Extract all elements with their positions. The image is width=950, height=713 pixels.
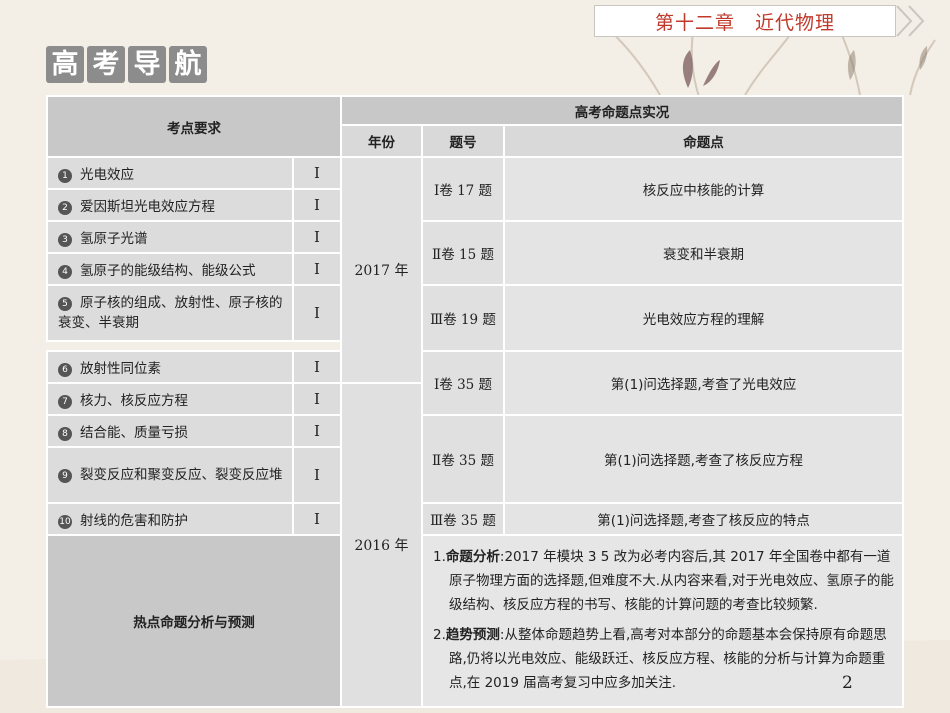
- requirement-item: 1 光电效应: [46, 156, 294, 190]
- year-cell: 2016 年: [340, 382, 423, 708]
- requirement-level: Ⅰ: [292, 382, 342, 416]
- requirement-text: 原子核的组成、放射性、原子核的衰变、半衰期: [58, 295, 283, 331]
- question-point: 核反应中核能的计算: [502, 156, 905, 222]
- title-char: 导: [128, 46, 166, 83]
- section-title: 高 考 导 航: [46, 46, 207, 83]
- question-number: Ⅱ卷 35 题: [421, 414, 505, 504]
- requirement-item: 5 原子核的组成、放射性、原子核的衰变、半衰期: [46, 284, 294, 342]
- number-badge: 4: [58, 265, 72, 279]
- requirement-item: 4 氢原子的能级结构、能级公式: [46, 252, 294, 286]
- requirement-item: 6 放射性同位素: [46, 350, 294, 384]
- point-header: 命题点: [502, 124, 905, 158]
- requirement-level: Ⅰ: [292, 188, 342, 222]
- question-point: 第(1)问选择题,考查了核反应方程: [502, 414, 905, 504]
- requirement-text: 核力、核反应方程: [80, 393, 188, 409]
- paragraph-text: :2017 年模块 3 5 改为必考内容后,其 2017 年全国卷中都有一道原子…: [449, 549, 894, 613]
- requirement-text: 裂变反应和聚变反应、裂变反应堆: [80, 467, 283, 483]
- requirement-text: 结合能、质量亏损: [80, 425, 188, 441]
- exam-guide-table: 考点要求 高考命题点实况 年份 题号 命题点 1 光电效应 Ⅰ 2017 年 Ⅰ卷…: [46, 95, 905, 708]
- requirement-item: 2 爱因斯坦光电效应方程: [46, 188, 294, 222]
- analysis-paragraph: 2.趋势预测:从整体命题趋势上看,高考对本部分的命题基本会保持原有命题思路,仍将…: [433, 623, 894, 695]
- question-number: Ⅲ卷 35 题: [421, 502, 505, 536]
- number-badge: 10: [58, 515, 72, 529]
- number-badge: 3: [58, 233, 72, 247]
- question-point: 第(1)问选择题,考查了光电效应: [502, 350, 905, 416]
- paragraph-text: :从整体命题趋势上看,高考对本部分的命题基本会保持原有命题思路,仍将以光电效应、…: [449, 627, 887, 691]
- number-badge: 2: [58, 201, 72, 215]
- requirement-text: 氢原子光谱: [80, 231, 148, 247]
- title-char: 考: [87, 46, 125, 83]
- number-badge: 1: [58, 169, 72, 183]
- paragraph-number: 2.: [433, 627, 446, 643]
- requirement-item: 9 裂变反应和聚变反应、裂变反应堆: [46, 446, 294, 504]
- number-badge: 6: [58, 363, 72, 377]
- year-cell: 2017 年: [340, 156, 423, 384]
- requirement-item: 3 氢原子光谱: [46, 220, 294, 254]
- page-number: 2: [842, 673, 853, 693]
- question-point: 衰变和半衰期: [502, 220, 905, 286]
- requirement-level: Ⅰ: [292, 156, 342, 190]
- requirement-level: Ⅰ: [292, 252, 342, 286]
- requirement-level: Ⅰ: [292, 446, 342, 504]
- number-badge: 7: [58, 395, 72, 409]
- question-point: 光电效应方程的理解: [502, 284, 905, 352]
- analysis-paragraph: 1.命题分析:2017 年模块 3 5 改为必考内容后,其 2017 年全国卷中…: [433, 545, 894, 617]
- requirement-text: 爱因斯坦光电效应方程: [80, 199, 215, 215]
- year-header: 年份: [340, 124, 423, 158]
- question-point: 第(1)问选择题,考查了核反应的特点: [502, 502, 905, 536]
- requirement-text: 光电效应: [80, 167, 134, 183]
- analysis-cell: 1.命题分析:2017 年模块 3 5 改为必考内容后,其 2017 年全国卷中…: [420, 534, 905, 708]
- requirement-level: Ⅰ: [292, 284, 342, 342]
- number-badge: 8: [58, 427, 72, 441]
- question-number: Ⅰ卷 35 题: [421, 350, 505, 416]
- requirement-level: Ⅰ: [292, 350, 342, 384]
- requirements-header: 考点要求: [46, 95, 342, 158]
- qno-header: 题号: [421, 124, 505, 158]
- paragraph-heading: 命题分析: [445, 549, 500, 565]
- requirement-text: 射线的危害和防护: [80, 513, 188, 529]
- paragraph-number: 1.: [433, 549, 446, 565]
- question-number: Ⅰ卷 17 题: [421, 156, 505, 222]
- requirement-item: 8 结合能、质量亏损: [46, 414, 294, 448]
- number-badge: 9: [58, 469, 72, 483]
- actual-header: 高考命题点实况: [339, 95, 905, 126]
- requirement-level: Ⅰ: [292, 414, 342, 448]
- requirement-item: 7 核力、核反应方程: [46, 382, 294, 416]
- hot-topic-label: 热点命题分析与预测: [46, 534, 342, 708]
- requirement-text: 氢原子的能级结构、能级公式: [80, 263, 256, 279]
- chapter-header: 第十二章 近代物理: [594, 5, 896, 37]
- number-badge: 5: [58, 297, 72, 311]
- chevron-right-icon: [896, 5, 925, 37]
- requirement-level: Ⅰ: [292, 220, 342, 254]
- question-number: Ⅱ卷 15 题: [421, 220, 505, 286]
- question-number: Ⅲ卷 19 题: [421, 284, 505, 352]
- title-char: 航: [169, 46, 207, 83]
- requirement-text: 放射性同位素: [80, 361, 161, 377]
- requirement-item: 10 射线的危害和防护: [46, 502, 294, 536]
- requirement-level: Ⅰ: [292, 502, 342, 536]
- title-char: 高: [46, 46, 84, 83]
- paragraph-heading: 趋势预测: [445, 627, 500, 643]
